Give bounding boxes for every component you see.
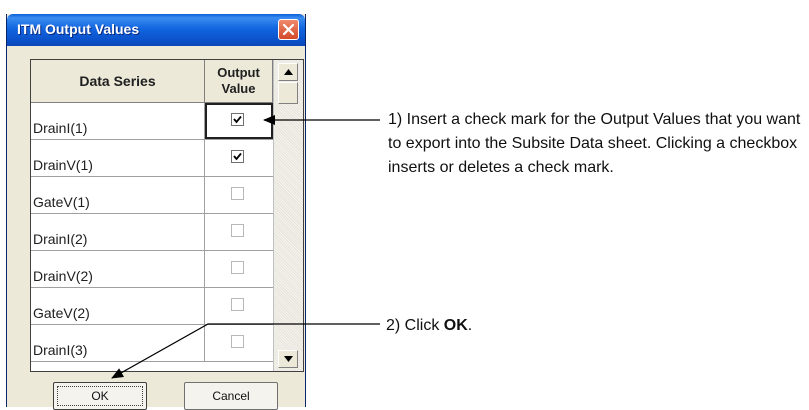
annotation-step2: 2) Click OK. xyxy=(386,314,472,338)
callout-overlay xyxy=(111,115,380,379)
annotation-step2-suffix: . xyxy=(467,317,473,334)
annotation-step2-prefix: 2) Click xyxy=(386,317,444,334)
annotation-step1: 1) Insert a check mark for the Output Va… xyxy=(388,111,801,176)
annotation-step2-bold: OK xyxy=(443,317,468,334)
callout-line-step2 xyxy=(111,323,380,379)
